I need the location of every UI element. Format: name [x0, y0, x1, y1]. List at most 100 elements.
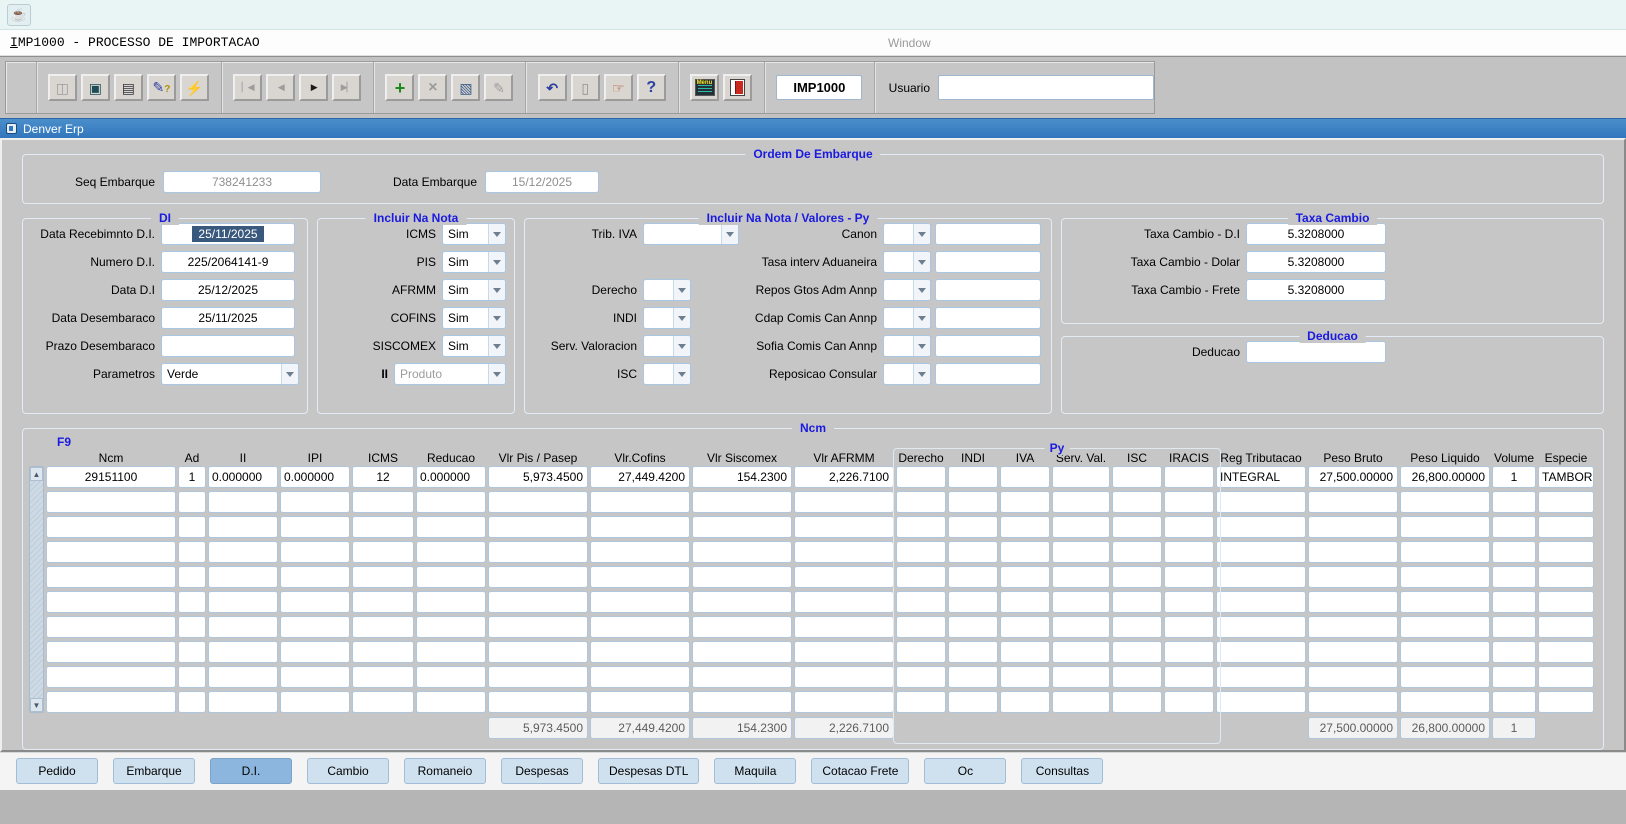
cell-indi[interactable] [948, 566, 998, 588]
cell-derecho[interactable] [896, 566, 946, 588]
cell-vlr-siscomex[interactable] [692, 541, 792, 563]
usuario-input[interactable] [938, 75, 1154, 100]
cell-peso-bruto[interactable] [1308, 666, 1398, 688]
cell-reg-tributacao[interactable] [1216, 541, 1306, 563]
cell-peso-liquido[interactable] [1400, 541, 1490, 563]
cell-vlr-siscomex[interactable] [692, 691, 792, 713]
cell-icms[interactable] [352, 641, 414, 663]
enter-query-button[interactable]: ▧ [451, 74, 480, 101]
cell-derecho[interactable] [896, 616, 946, 638]
cell-ad[interactable] [178, 641, 206, 663]
tab-cambio[interactable]: Cambio [307, 758, 389, 784]
cell-indi[interactable] [948, 641, 998, 663]
cell-reg-tributacao[interactable]: INTEGRAL [1216, 466, 1306, 488]
cell-serv-val[interactable] [1052, 466, 1110, 488]
cell-ad[interactable] [178, 516, 206, 538]
cell-peso-liquido[interactable] [1400, 691, 1490, 713]
cell-isc[interactable] [1112, 516, 1162, 538]
cell-iracis[interactable] [1164, 691, 1214, 713]
previous-record-button[interactable]: ◀ [266, 74, 295, 101]
sofia-comis-field[interactable] [935, 335, 1041, 357]
cell-volume[interactable] [1492, 691, 1536, 713]
cell-peso-liquido[interactable] [1400, 591, 1490, 613]
cell-peso-bruto[interactable] [1308, 541, 1398, 563]
cell-especie[interactable] [1538, 491, 1594, 513]
tab-romaneio[interactable]: Romaneio [404, 758, 486, 784]
seq-embarque-field[interactable]: 738241233 [163, 171, 321, 193]
cell-vlr-pis[interactable] [488, 616, 588, 638]
cell-ii[interactable] [208, 591, 278, 613]
cell-derecho[interactable] [896, 516, 946, 538]
cell-isc[interactable] [1112, 591, 1162, 613]
cell-iva[interactable] [1000, 641, 1050, 663]
delete-record-button[interactable]: × [418, 74, 447, 101]
cell-vlr-pis[interactable] [488, 641, 588, 663]
cell-volume[interactable] [1492, 566, 1536, 588]
reposicao-consular-field[interactable] [935, 363, 1041, 385]
cell-especie[interactable] [1538, 591, 1594, 613]
cell-iva[interactable] [1000, 616, 1050, 638]
cell-vlr-cofins[interactable] [590, 566, 690, 588]
cell-especie[interactable] [1538, 666, 1594, 688]
cell-vlr-siscomex[interactable] [692, 616, 792, 638]
menu-button[interactable]: Menu [690, 74, 719, 101]
cell-peso-liquido[interactable] [1400, 641, 1490, 663]
cell-reg-tributacao[interactable] [1216, 566, 1306, 588]
cell-serv-val[interactable] [1052, 591, 1110, 613]
cell-icms[interactable] [352, 591, 414, 613]
reposicao-consular-combobox[interactable] [883, 363, 931, 385]
cell-ipi[interactable]: 0.000000 [280, 466, 350, 488]
cell-ncm[interactable] [46, 591, 176, 613]
cell-vlr-cofins[interactable] [590, 491, 690, 513]
cell-iracis[interactable] [1164, 541, 1214, 563]
cell-peso-bruto[interactable] [1308, 691, 1398, 713]
cell-vlr-pis[interactable] [488, 491, 588, 513]
cell-vlr-cofins[interactable] [590, 691, 690, 713]
repos-gtos-field[interactable] [935, 279, 1041, 301]
cell-vlr-pis[interactable] [488, 691, 588, 713]
cell-iracis[interactable] [1164, 566, 1214, 588]
cell-isc[interactable] [1112, 616, 1162, 638]
next-record-button[interactable]: ▶ [299, 74, 328, 101]
cell-ipi[interactable] [280, 541, 350, 563]
cell-peso-liquido[interactable]: 26,800.00000 [1400, 466, 1490, 488]
cell-ncm[interactable] [46, 516, 176, 538]
cell-serv-val[interactable] [1052, 491, 1110, 513]
cell-iva[interactable] [1000, 491, 1050, 513]
cell-ipi[interactable] [280, 516, 350, 538]
tab-consultas[interactable]: Consultas [1021, 758, 1103, 784]
cell-derecho[interactable] [896, 666, 946, 688]
isc-combobox[interactable] [643, 363, 691, 385]
cell-iracis[interactable] [1164, 491, 1214, 513]
cell-iva[interactable] [1000, 541, 1050, 563]
cell-volume[interactable] [1492, 541, 1536, 563]
tab-di[interactable]: D.I. [210, 758, 292, 784]
cell-iracis[interactable] [1164, 516, 1214, 538]
cell-peso-bruto[interactable] [1308, 491, 1398, 513]
cell-serv-val[interactable] [1052, 666, 1110, 688]
cell-iva[interactable] [1000, 566, 1050, 588]
insert-record-button[interactable]: + [385, 74, 414, 101]
cell-derecho[interactable] [896, 641, 946, 663]
tab-despesas-dtl[interactable]: Despesas DTL [598, 758, 699, 784]
cell-vlr-afrmm[interactable] [794, 591, 894, 613]
cell-ipi[interactable] [280, 566, 350, 588]
cell-isc[interactable] [1112, 641, 1162, 663]
cell-vlr-cofins[interactable]: 27,449.4200 [590, 466, 690, 488]
cell-ad[interactable] [178, 566, 206, 588]
cell-ipi[interactable] [280, 491, 350, 513]
cell-indi[interactable] [948, 591, 998, 613]
cell-ad[interactable] [178, 616, 206, 638]
cell-peso-bruto[interactable] [1308, 591, 1398, 613]
cell-vlr-pis[interactable] [488, 666, 588, 688]
cell-iva[interactable] [1000, 466, 1050, 488]
scroll-down-icon[interactable]: ▼ [30, 698, 43, 712]
print-button[interactable]: ▤ [114, 74, 143, 101]
tab-pedido[interactable]: Pedido [16, 758, 98, 784]
cell-icms[interactable] [352, 491, 414, 513]
sofia-comis-combobox[interactable] [883, 335, 931, 357]
cell-vlr-pis[interactable]: 5,973.4500 [488, 466, 588, 488]
cell-reg-tributacao[interactable] [1216, 666, 1306, 688]
cell-isc[interactable] [1112, 691, 1162, 713]
cell-vlr-pis[interactable] [488, 566, 588, 588]
